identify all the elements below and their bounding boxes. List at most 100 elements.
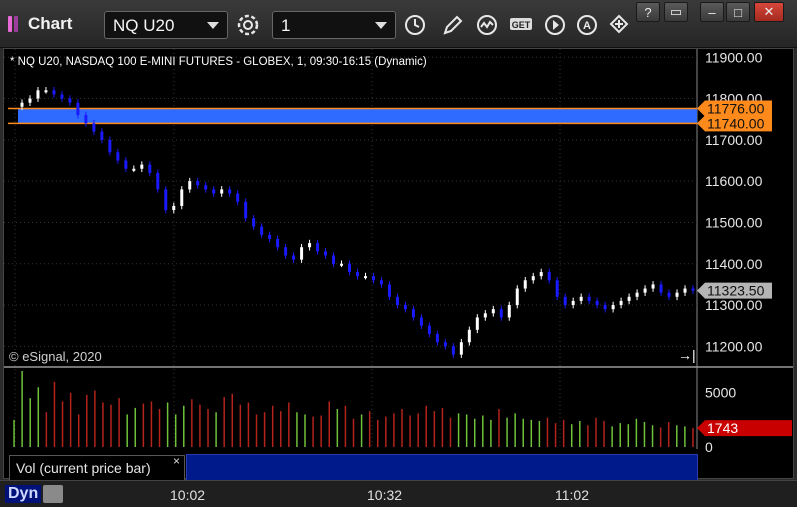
study-wave-icon [477,15,497,35]
candle-body [683,288,687,293]
time-button[interactable] [400,11,430,39]
candle-body [260,226,264,235]
candle-body [180,189,184,206]
candle-body [100,131,104,140]
price-tick-label: 11500.00 [705,214,763,230]
chart-panel[interactable]: 11900.00 11800.00 11700.00 11600.00 11500.00… [3,48,794,481]
price-tick-label: 11900.00 [705,49,763,65]
volume-legend[interactable]: Vol (current price bar) [9,455,185,481]
get-label: GET [512,20,531,30]
candle-body [148,164,152,173]
candle-body [212,189,216,194]
close-icon[interactable]: × [173,454,180,468]
candle-body [491,309,495,314]
candle-body [475,317,479,330]
minimize-button[interactable]: ‒ [700,2,724,22]
maximize-icon: □ [734,4,742,20]
candle-body [324,251,328,256]
link-button[interactable] [604,11,634,39]
get-data-icon: GET [510,18,532,30]
candle-body [204,185,208,190]
candle-body [52,90,56,95]
settings-gear-icon [237,14,259,36]
candle-body [300,247,304,260]
candle-body [483,313,487,318]
dynamic-mode-button[interactable]: Dyn [5,485,42,503]
jump-to-end-icon[interactable]: →| [678,347,696,363]
lock-icon[interactable] [43,485,63,503]
copyright-text: © eSignal, 2020 [9,349,102,364]
chevron-down-icon [375,22,387,29]
draw-button[interactable] [438,11,468,39]
candle-body [276,238,280,248]
annotation-button[interactable]: A [572,11,602,39]
candle-body [627,296,631,301]
candle-body [523,280,527,289]
candle-body [603,305,607,310]
candle-body [555,280,559,297]
time-label-1: 10:02 [170,487,206,503]
close-button[interactable]: ✕ [754,2,784,22]
candle-body [92,123,96,132]
candle-body [659,284,663,293]
candle-body [395,296,399,306]
price-range-band[interactable] [18,108,697,124]
clock-icon [405,15,425,35]
study-button[interactable] [472,11,502,39]
chart-color-tab-icon [8,16,12,32]
time-axis-bar: Dyn 10:02 10:32 11:02 [0,480,797,507]
minimize-icon: ‒ [708,4,716,20]
restore-icon: ▭ [669,4,683,19]
volume-tick-label: 0 [705,439,713,455]
candle-body [332,255,336,264]
candle-body [108,139,112,153]
symbol-combo[interactable]: NQ U20 [104,11,228,39]
annotation-a-icon: A [577,15,597,35]
time-label-2: 10:32 [367,487,403,503]
get-data-button[interactable]: GET [506,11,536,39]
candle-body [427,325,431,334]
candle-body [84,115,88,124]
candle-body [228,189,232,194]
restore-button[interactable]: ▭ [664,2,688,22]
candle-body [20,102,24,107]
time-label-3: 11:02 [555,487,589,503]
last-volume-label: 1743 [707,420,738,436]
candle-body [675,292,679,297]
candle-body [691,288,695,291]
candle-body [68,98,72,103]
chart-header: * NQ U20, NASDAQ 100 E-MINI FUTURES - GL… [10,56,427,68]
candle-body [467,329,471,343]
chart-color-tab-icon-2 [14,16,18,32]
settings-button[interactable] [233,11,263,39]
interval-combo[interactable]: 1 [272,11,396,39]
candle-body [651,284,655,289]
candle-body [172,205,176,211]
candle-body [635,292,639,297]
candle-body [124,160,128,169]
candle-body [164,189,168,211]
volume-legend-label: Vol (current price bar) [16,460,151,476]
volume-legend-band [186,454,698,481]
candle-body [619,300,623,306]
candle-body [563,296,567,306]
candle-body [459,342,463,355]
candle-body [132,168,136,171]
play-button[interactable] [540,11,570,39]
upper-marker-label: 11776.00 [707,100,765,116]
candle-body [244,201,248,219]
candle-body [435,333,439,343]
price-chart[interactable]: 11900.0011800.0011700.0011600.0011500.00… [4,49,793,478]
candle-body [499,309,503,318]
help-button[interactable]: ? [636,2,660,22]
candle-body [292,255,296,260]
candle-body [507,305,511,318]
candle-body [403,305,407,310]
price-tick-label: 11400.00 [705,256,763,272]
last-price-label: 11323.50 [707,283,765,299]
candle-body [387,284,391,297]
maximize-button[interactable]: □ [726,2,750,22]
candle-body [443,342,447,347]
pencil-draw-icon [443,15,463,35]
symbol-value: NQ U20 [113,16,175,35]
